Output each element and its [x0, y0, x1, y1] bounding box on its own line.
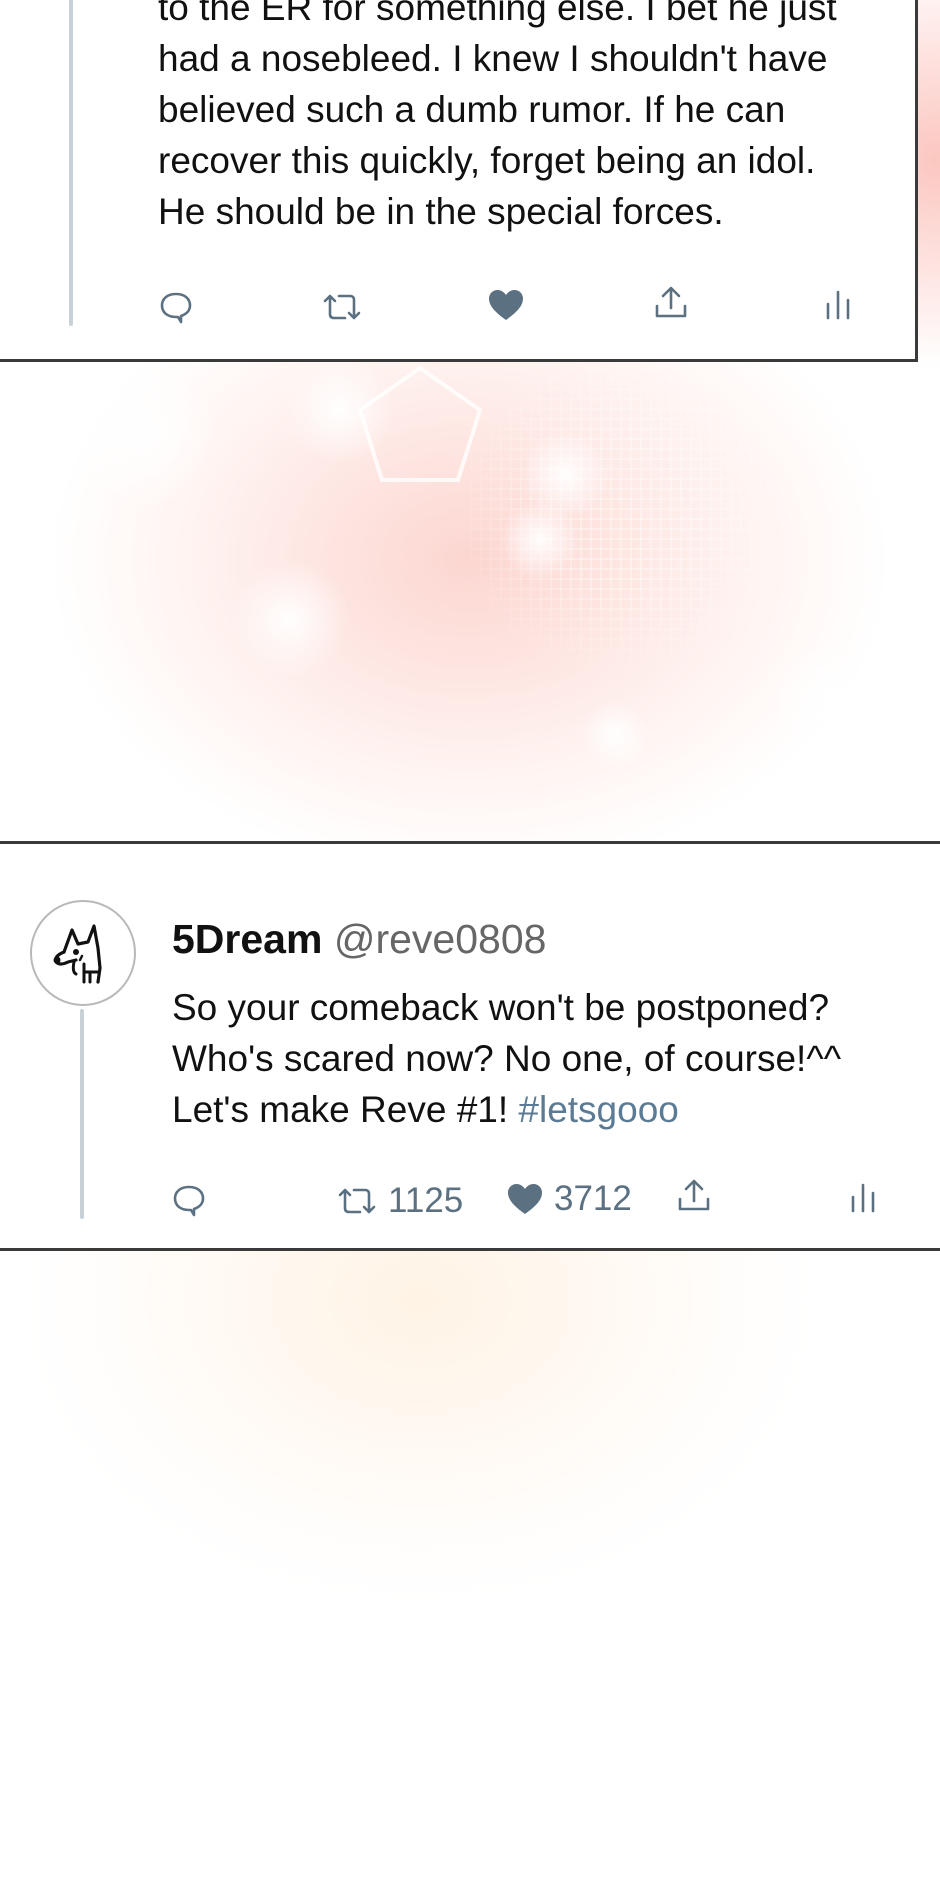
retweet-button[interactable]	[321, 292, 363, 322]
retweet-icon	[323, 294, 361, 320]
dog-doodle-icon	[53, 924, 102, 984]
stats-icon	[826, 290, 850, 320]
tweet-text: to the ER for something else. I bet he j…	[158, 0, 837, 237]
share-icon	[678, 1179, 710, 1211]
tweet-text-line: believed such a dumb rumor. If he can	[158, 89, 786, 130]
hashtag-link[interactable]: #letsgooo	[518, 1089, 678, 1130]
heart-icon	[508, 1184, 542, 1214]
tweet-text-line: So your comeback won't be postponed?	[172, 987, 830, 1028]
pentagon-shape	[357, 365, 483, 482]
display-name[interactable]: 5Dream	[172, 916, 322, 962]
like-count: 3712	[554, 1179, 632, 1218]
bokeh-light	[230, 560, 350, 680]
tweet-card-bottom[interactable]: 5Dream @reve0808 So your comeback won't …	[0, 841, 940, 1251]
reply-icon	[173, 1185, 205, 1217]
avatar[interactable]	[30, 900, 136, 1006]
stats-button[interactable]	[850, 1181, 876, 1213]
reply-icon	[160, 292, 192, 324]
heart-icon	[489, 290, 523, 320]
tweet-text-line: recover this quickly, forget being an id…	[158, 140, 816, 181]
stats-icon	[851, 1183, 875, 1213]
bokeh-light	[70, 360, 220, 510]
retweet-icon	[338, 1188, 376, 1214]
tweet-text-line: Let's make Reve #1!	[172, 1089, 519, 1130]
retweet-button[interactable]: 1125	[336, 1181, 463, 1221]
bokeh-light	[770, 640, 890, 760]
share-button[interactable]	[653, 284, 689, 320]
share-icon	[655, 286, 687, 318]
like-button[interactable]: 3712	[506, 1179, 632, 1219]
tweet-text-line: had a nosebleed. I knew I shouldn't have	[158, 38, 828, 79]
thread-line	[69, 0, 73, 326]
tweet-text-line: Who's scared now? No one, of course!^^	[172, 1038, 842, 1079]
bokeh-light	[580, 700, 650, 770]
reply-button[interactable]	[159, 290, 193, 324]
share-button[interactable]	[676, 1177, 712, 1213]
like-button[interactable]	[487, 288, 525, 322]
thread-line	[80, 1009, 84, 1219]
reply-button[interactable]	[172, 1183, 206, 1217]
user-handle[interactable]: @reve0808	[334, 916, 547, 962]
tweet-text-line: to the ER for something else. I bet he j…	[158, 0, 837, 28]
retweet-count: 1125	[388, 1181, 464, 1220]
tweet-header: 5Dream @reve0808	[172, 916, 546, 963]
tweet-text-line: He should be in the special forces.	[158, 191, 724, 232]
bokeh-light	[520, 430, 610, 520]
tweet-card-top[interactable]: to the ER for something else. I bet he j…	[0, 0, 918, 362]
stats-button[interactable]	[825, 288, 851, 320]
tweet-text: So your comeback won't be postponed? Who…	[172, 982, 841, 1135]
